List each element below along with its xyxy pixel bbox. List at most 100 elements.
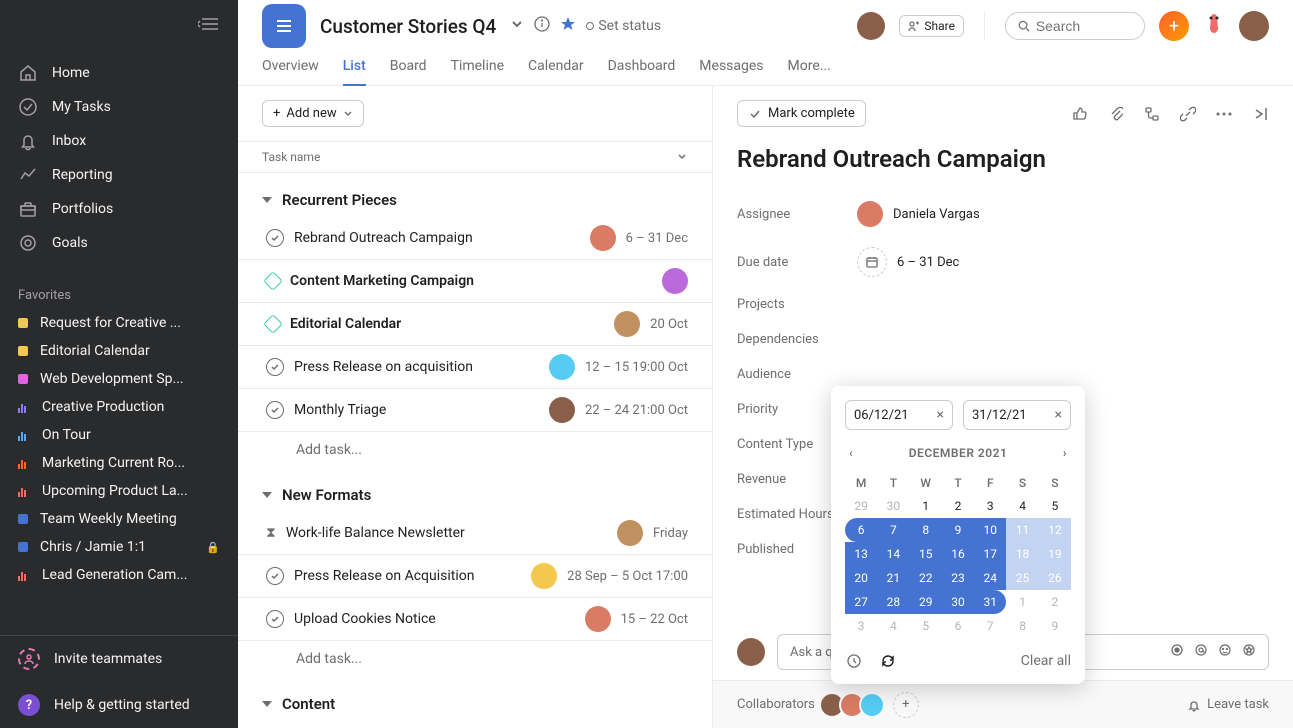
- search-input[interactable]: [1005, 12, 1145, 40]
- favorite-item[interactable]: Creative Production: [0, 393, 238, 421]
- favorite-item[interactable]: Editorial Calendar: [0, 337, 238, 365]
- tab-overview[interactable]: Overview: [262, 52, 319, 85]
- complete-check-icon[interactable]: [266, 610, 284, 628]
- assignee-avatar[interactable]: [549, 397, 575, 423]
- calendar-day[interactable]: 1: [910, 494, 942, 518]
- clear-all-button[interactable]: Clear all: [1021, 653, 1071, 669]
- sidebar-collapse-icon[interactable]: [198, 16, 220, 36]
- calendar-day[interactable]: 30: [942, 590, 974, 614]
- next-month-button[interactable]: ›: [1059, 442, 1071, 464]
- calendar-day[interactable]: 4: [1006, 494, 1038, 518]
- tab-more[interactable]: More...: [788, 52, 831, 85]
- calendar-day[interactable]: 24: [974, 566, 1006, 590]
- calendar-day[interactable]: 29: [845, 494, 877, 518]
- end-date-input[interactable]: 31/12/21 ×: [963, 400, 1071, 430]
- calendar-day[interactable]: 19: [1039, 542, 1071, 566]
- tab-calendar[interactable]: Calendar: [528, 52, 584, 85]
- calendar-day[interactable]: 1: [1006, 590, 1038, 614]
- add-time-icon[interactable]: [845, 652, 863, 670]
- field-dependencies[interactable]: Dependencies: [737, 322, 1269, 357]
- more-icon[interactable]: [1215, 105, 1233, 123]
- add-collaborator-button[interactable]: +: [893, 692, 919, 718]
- calendar-day[interactable]: 5: [1039, 494, 1071, 518]
- tab-timeline[interactable]: Timeline: [451, 52, 504, 85]
- nav-inbox[interactable]: Inbox: [0, 124, 238, 158]
- add-task-input[interactable]: Add task...: [238, 432, 712, 468]
- calendar-day[interactable]: 7: [974, 614, 1006, 638]
- task-row[interactable]: Press Release on acquisition12 – 15 19:0…: [238, 346, 712, 389]
- favorite-item[interactable]: Web Development Sp...: [0, 365, 238, 393]
- user-avatar[interactable]: [1239, 11, 1269, 41]
- favorite-item[interactable]: Team Weekly Meeting: [0, 505, 238, 533]
- nav-reporting[interactable]: Reporting: [0, 158, 238, 192]
- calendar-day[interactable]: 15: [910, 542, 942, 566]
- task-row[interactable]: Upload Cookies Notice15 – 22 Oct: [238, 598, 712, 641]
- field-projects[interactable]: Projects: [737, 287, 1269, 322]
- calendar-day[interactable]: 26: [1039, 566, 1071, 590]
- attachment-icon[interactable]: [1107, 105, 1125, 123]
- calendar-day[interactable]: 20: [845, 566, 877, 590]
- complete-check-icon[interactable]: [266, 229, 284, 247]
- assignee-avatar[interactable]: [662, 268, 688, 294]
- assignee-avatar[interactable]: [549, 354, 575, 380]
- tab-dashboard[interactable]: Dashboard: [608, 52, 676, 85]
- task-row[interactable]: Press Release on Acquisition28 Sep – 5 O…: [238, 555, 712, 598]
- calendar-day[interactable]: 5: [910, 614, 942, 638]
- calendar-day[interactable]: 7: [877, 518, 909, 542]
- appreciation-icon[interactable]: [1242, 643, 1256, 661]
- assignee-avatar[interactable]: [614, 311, 640, 337]
- favorite-item[interactable]: Upcoming Product La...: [0, 477, 238, 505]
- calendar-day[interactable]: 9: [1039, 614, 1071, 638]
- clear-start-icon[interactable]: ×: [937, 407, 944, 423]
- favorite-item[interactable]: Request for Creative ...: [0, 309, 238, 337]
- record-icon[interactable]: [1170, 643, 1184, 661]
- calendar-day[interactable]: 25: [1006, 566, 1038, 590]
- leave-task-button[interactable]: Leave task: [1187, 697, 1269, 712]
- calendar-day[interactable]: 29: [910, 590, 942, 614]
- task-row[interactable]: ⧗Work-life Balance NewsletterFriday: [238, 512, 712, 555]
- member-avatar[interactable]: [857, 12, 885, 40]
- add-task-input[interactable]: Add task...: [238, 641, 712, 677]
- tab-board[interactable]: Board: [390, 52, 427, 85]
- calendar-day[interactable]: 18: [1006, 542, 1038, 566]
- calendar-day[interactable]: 21: [877, 566, 909, 590]
- calendar-day[interactable]: 28: [877, 590, 909, 614]
- calendar-day[interactable]: 31: [974, 590, 1006, 614]
- prev-month-button[interactable]: ‹: [845, 442, 857, 464]
- link-icon[interactable]: [1179, 105, 1197, 123]
- close-panel-icon[interactable]: [1251, 105, 1269, 123]
- assignee-avatar[interactable]: [590, 225, 616, 251]
- chevron-down-icon[interactable]: [510, 17, 524, 35]
- favorite-item[interactable]: Chris / Jamie 1:1🔒: [0, 533, 238, 561]
- calendar-day[interactable]: 22: [910, 566, 942, 590]
- section-header[interactable]: New Formats: [238, 468, 712, 512]
- nav-home[interactable]: Home: [0, 56, 238, 90]
- complete-check-icon[interactable]: [266, 358, 284, 376]
- field-due-date[interactable]: Due date 6 – 31 Dec: [737, 237, 1269, 287]
- calendar-day[interactable]: 12: [1039, 518, 1071, 542]
- help-button[interactable]: ? Help & getting started: [0, 682, 238, 728]
- section-header[interactable]: Recurrent Pieces: [238, 173, 712, 217]
- like-icon[interactable]: [1071, 105, 1089, 123]
- complete-check-icon[interactable]: [266, 567, 284, 585]
- task-title[interactable]: Rebrand Outreach Campaign: [737, 145, 1269, 173]
- calendar-day[interactable]: 17: [974, 542, 1006, 566]
- share-button[interactable]: Share: [899, 15, 964, 37]
- emoji-icon[interactable]: [1218, 643, 1232, 661]
- nav-portfolios[interactable]: Portfolios: [0, 192, 238, 226]
- star-icon[interactable]: [560, 16, 576, 36]
- favorite-item[interactable]: On Tour: [0, 421, 238, 449]
- calendar-day[interactable]: 14: [877, 542, 909, 566]
- calendar-day[interactable]: 2: [1039, 590, 1071, 614]
- calendar-day[interactable]: 16: [942, 542, 974, 566]
- mention-icon[interactable]: [1194, 643, 1208, 661]
- calendar-day[interactable]: 10: [974, 518, 1006, 542]
- calendar-day[interactable]: 11: [1006, 518, 1038, 542]
- calendar-day[interactable]: 8: [1006, 614, 1038, 638]
- calendar-day[interactable]: 27: [845, 590, 877, 614]
- calendar-day[interactable]: 2: [942, 494, 974, 518]
- nav-goals[interactable]: Goals: [0, 226, 238, 260]
- start-date-input[interactable]: 06/12/21 ×: [845, 400, 953, 430]
- assignee-avatar[interactable]: [585, 606, 611, 632]
- calendar-day[interactable]: 9: [942, 518, 974, 542]
